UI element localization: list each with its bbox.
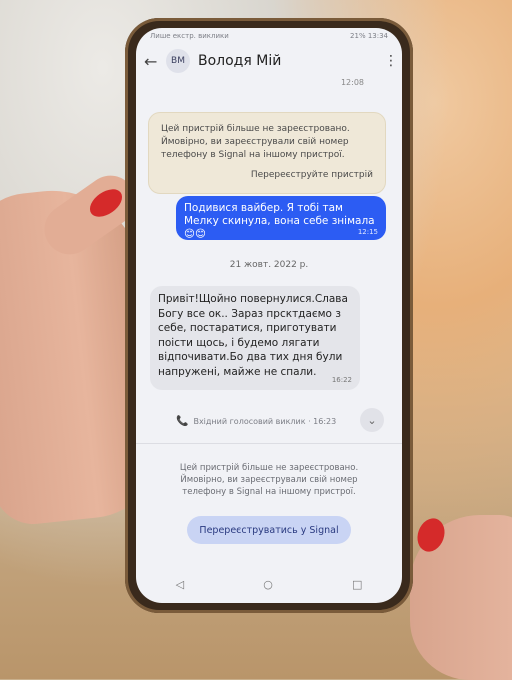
nav-back-icon[interactable]: ◁	[176, 578, 184, 591]
incoming-message-time: 16:22	[331, 376, 352, 384]
incoming-call-entry: 📞 Вхідний голосовий виклик · 16:23	[176, 411, 386, 431]
message-timestamp: 12:08	[340, 78, 364, 87]
call-label: Вхідний голосовий виклик · 16:23	[193, 416, 337, 426]
status-bar: Лише екстр. виклики 21% 13:34	[136, 28, 402, 44]
status-left: Лише екстр. виклики	[150, 32, 229, 40]
reregister-device-link[interactable]: Перереєструйте пристрій	[161, 170, 373, 180]
outgoing-message[interactable]: Подивися вайбер. Я тобі там Мелку скинул…	[176, 196, 386, 240]
back-arrow-icon[interactable]: ←	[144, 52, 158, 71]
reregister-signal-button[interactable]: Перереєструватись у Signal	[187, 516, 351, 544]
phone-screen: Лише екстр. виклики 21% 13:34 ← ВМ Волод…	[136, 28, 402, 603]
outgoing-message-text: Подивися вайбер. Я тобі там Мелку скинул…	[184, 202, 375, 240]
phone-call-icon: 📞	[176, 415, 189, 427]
nav-recent-icon[interactable]: □	[352, 578, 362, 591]
unregistered-warning-popup: Цей пристрій більше не зареєстровано. Йм…	[148, 112, 386, 194]
warning-text: Цей пристрій більше не зареєстровано. Йм…	[161, 124, 350, 160]
status-right: 21% 13:34	[350, 32, 388, 40]
nav-home-icon[interactable]: ○	[263, 578, 273, 591]
incoming-message[interactable]: Привіт!Щойно повернулися.Слава Богу все …	[150, 286, 360, 390]
divider	[136, 443, 402, 444]
scroll-down-button[interactable]: ⌄	[360, 408, 384, 432]
contact-name[interactable]: Володя Мій	[198, 53, 376, 69]
avatar[interactable]: ВМ	[166, 49, 190, 73]
outgoing-message-time: 12:15	[357, 228, 378, 236]
chat-header: ← ВМ Володя Мій ⋮	[136, 44, 402, 78]
more-options-icon[interactable]: ⋮	[384, 53, 398, 69]
unregistered-notice: Цей пристрій більше не зареєстровано. Йм…	[179, 463, 359, 497]
android-nav-bar: ◁ ○ □	[136, 578, 402, 591]
incoming-message-text: Привіт!Щойно повернулися.Слава Богу все …	[158, 293, 348, 378]
date-separator: 21 жовт. 2022 р.	[229, 260, 309, 270]
